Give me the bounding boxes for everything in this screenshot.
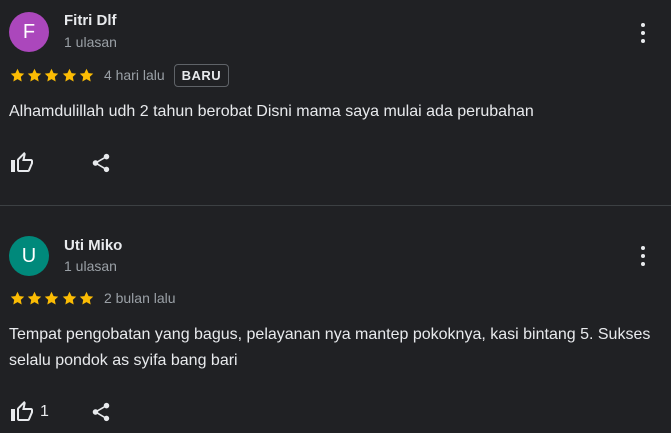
review-text: Alhamdulillah udh 2 tahun berobat Disni … [9, 103, 534, 120]
star-icon [10, 291, 25, 304]
star-icon [79, 68, 93, 81]
review-date: 2 bulan lalu [103, 290, 176, 306]
review-text: Tempat pengobatan yang bagus, pelayanan … [9, 326, 651, 369]
like-button[interactable]: 1 [10, 400, 49, 424]
reviewer-review-count: 1 ulasan [64, 258, 117, 274]
star-icon [27, 291, 42, 304]
star-icon [62, 68, 76, 81]
star-icon [45, 68, 59, 81]
star-icon [62, 291, 76, 304]
review-card: U Uti Miko 1 ulasan 2 bulan lalu Tempat … [0, 206, 671, 433]
share-button[interactable] [90, 152, 112, 174]
new-badge: BARU [173, 63, 230, 87]
share-icon [92, 402, 110, 422]
share-icon [92, 153, 110, 173]
share-button[interactable] [90, 401, 112, 423]
star-rating [9, 67, 95, 84]
star-icon [27, 68, 42, 81]
star-icon [45, 291, 59, 304]
rating-row: 2 bulan lalu [9, 288, 176, 308]
star-icon [10, 68, 25, 81]
more-options-button[interactable] [633, 244, 653, 268]
like-count: 1 [40, 403, 49, 420]
reviewer-name[interactable]: Fitri Dlf [64, 12, 117, 29]
star-rating [9, 290, 95, 307]
thumb-up-icon [11, 401, 33, 421]
more-options-button[interactable] [633, 21, 653, 45]
review-date: 4 hari lalu [103, 67, 165, 83]
rating-row: 4 hari lalu BARU [9, 63, 230, 87]
review-card: F Fitri Dlf 1 ulasan 4 hari lalu BARU Al… [0, 0, 671, 205]
like-button[interactable] [10, 151, 34, 175]
reviewer-name[interactable]: Uti Miko [64, 237, 122, 254]
reviewer-review-count: 1 ulasan [64, 34, 117, 50]
star-icon [79, 291, 93, 304]
thumb-up-icon [11, 152, 33, 172]
avatar[interactable]: U [9, 236, 49, 276]
avatar[interactable]: F [9, 12, 49, 52]
